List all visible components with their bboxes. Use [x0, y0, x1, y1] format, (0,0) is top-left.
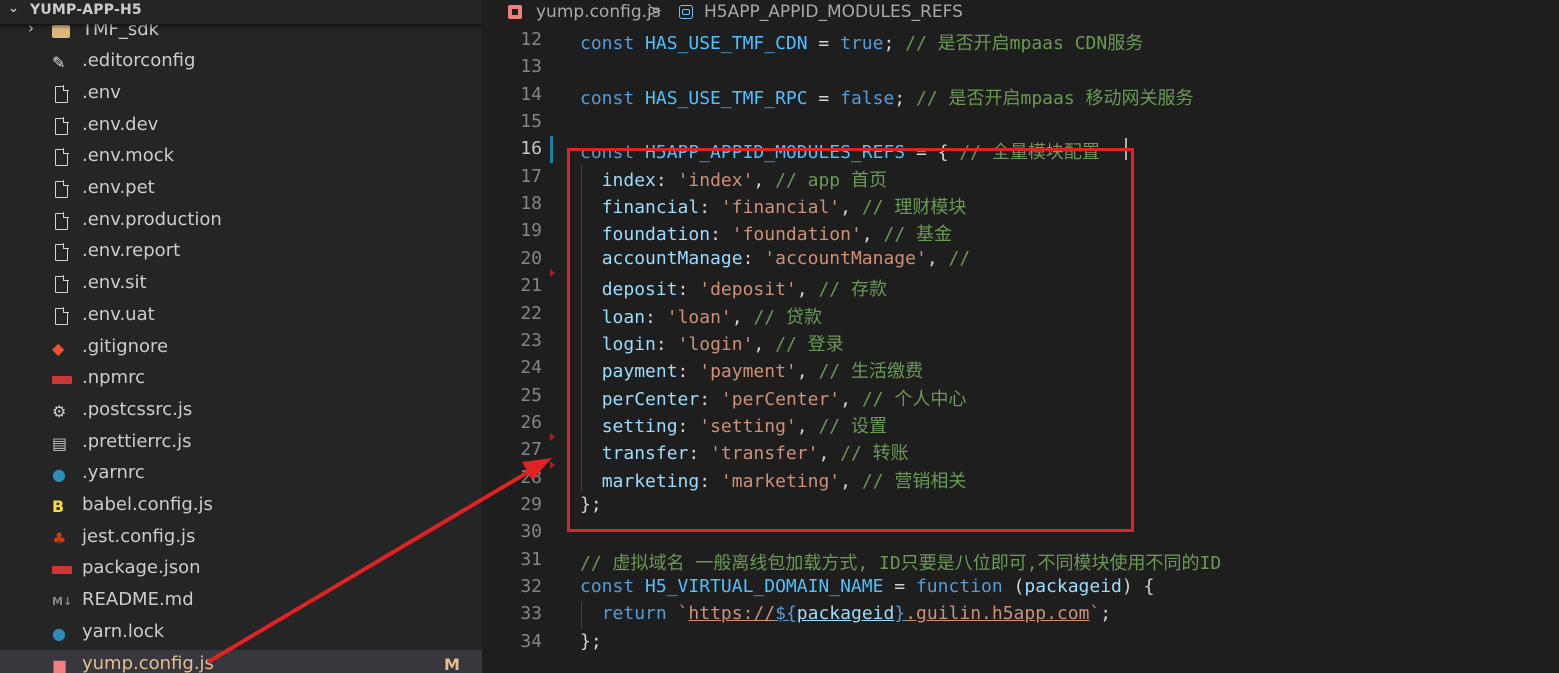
annotation-arrow — [206, 458, 552, 664]
